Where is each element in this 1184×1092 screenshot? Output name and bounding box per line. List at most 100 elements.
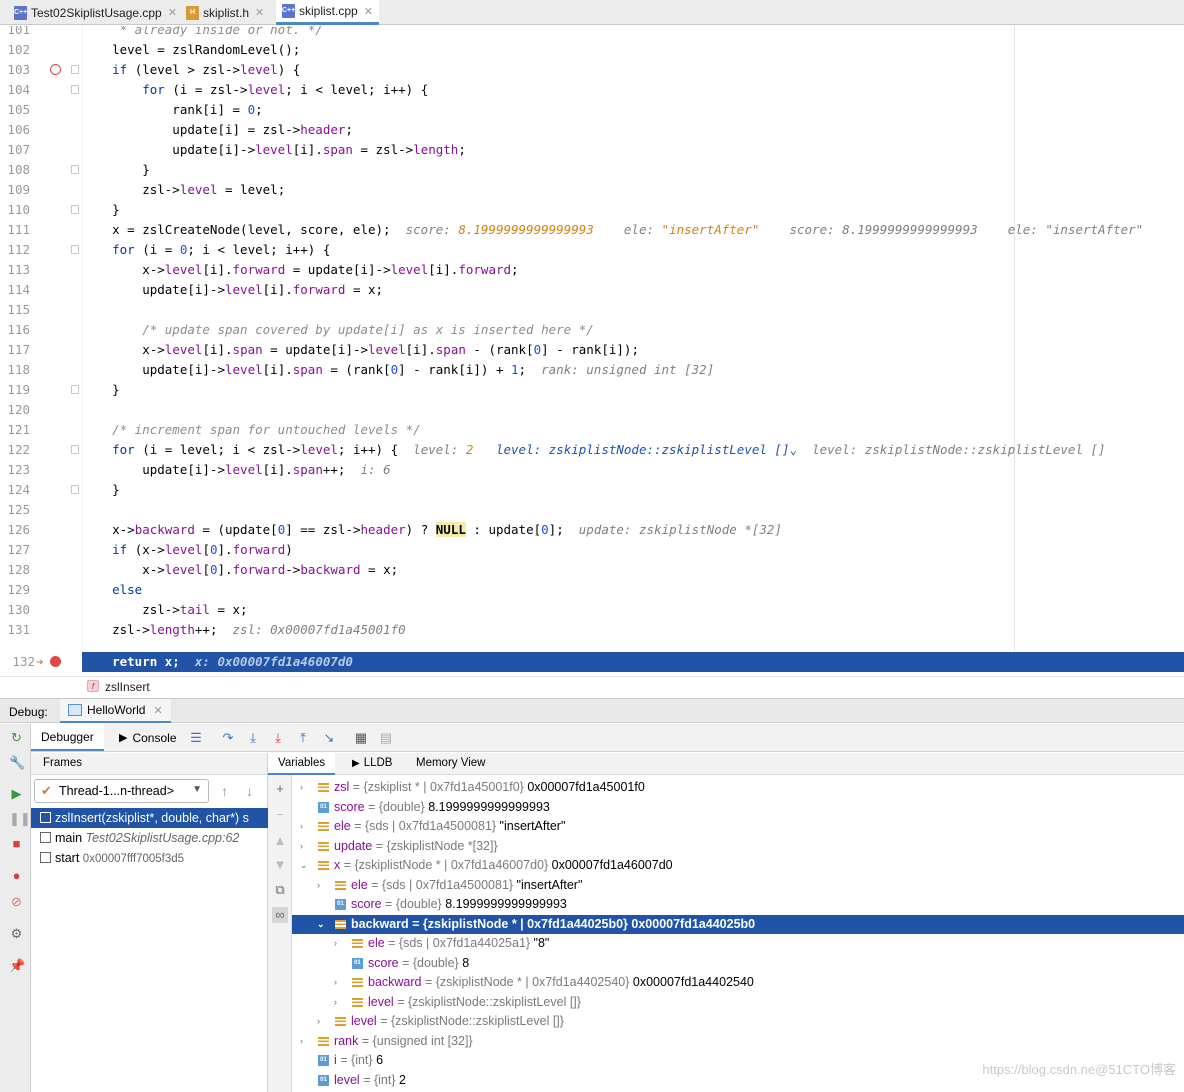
fold-icon[interactable] [71,85,79,94]
code-line[interactable]: 130 zsl->tail = x; [0,600,1184,620]
remove-watch-icon[interactable]: − [272,807,288,823]
previous-frame-icon[interactable]: ↑ [221,783,228,799]
expand-arrow-icon[interactable]: › [317,876,320,896]
step-out-icon[interactable]: ⤒ [295,730,311,746]
pause-icon[interactable]: ❚❚ [9,811,31,826]
fold-icon[interactable] [71,165,79,174]
evaluate-expression-icon[interactable]: ▦ [353,730,369,746]
fold-icon[interactable] [71,65,79,74]
code-line[interactable]: 101 * already inside or not. */ [0,26,1184,40]
run-config-tab[interactable]: HelloWorld ✕ [60,699,171,723]
code-line[interactable]: 114 update[i]->level[i].forward = x; [0,280,1184,300]
variable-row[interactable]: 01 score = {double} 8 [292,954,1184,974]
add-watch-icon[interactable]: + [272,781,288,797]
variable-row[interactable]: 01 score = {double} 8.1999999999999993 [292,895,1184,915]
tab-skiplist-cpp[interactable]: C++ skiplist.cpp ✕ [276,0,379,25]
step-over-icon[interactable]: ↷ [220,730,236,746]
tab-variables[interactable]: Variables [268,753,336,775]
collapse-arrow-icon[interactable]: ⌄ [317,915,325,935]
expand-arrow-icon[interactable]: › [334,993,337,1013]
mute-breakpoints-icon[interactable]: ⊘ [9,894,24,909]
close-icon[interactable]: ✕ [255,6,264,19]
code-line[interactable]: 102 level = zslRandomLevel(); [0,40,1184,60]
code-line[interactable]: 113 x->level[i].forward = update[i]->lev… [0,260,1184,280]
code-line[interactable]: 107 update[i]->level[i].span = zsl->leng… [0,140,1184,160]
variable-row[interactable]: › ele = {sds | 0x7fd1a44025a1} "8" [292,934,1184,954]
code-line[interactable]: 127 if (x->level[0].forward) [0,540,1184,560]
code-line[interactable]: 108 } [0,160,1184,180]
variable-row[interactable]: › ele = {sds | 0x7fd1a4500081} "insertAft… [292,817,1184,837]
move-up-icon[interactable]: ▲ [272,833,288,849]
code-line[interactable]: 126 x->backward = (update[0] == zsl->hea… [0,520,1184,540]
collapse-arrow-icon[interactable]: ⌄ [300,856,308,876]
view-breakpoints-icon[interactable]: ● [9,868,24,883]
code-line[interactable]: 109 zsl->level = level; [0,180,1184,200]
frame-item[interactable]: zslInsert(zskiplist*, double, char*) s [31,808,268,828]
fold-icon[interactable] [71,245,79,254]
variable-row[interactable]: › level = {zskiplistNode::zskiplistLevel … [292,993,1184,1013]
settings-wrench-icon[interactable]: 🔧 [9,755,25,770]
tab-lldb[interactable]: ▶ LLDB [342,753,402,775]
fold-icon[interactable] [71,445,79,454]
code-line[interactable]: 123 update[i]->level[i].span++; i: 6 [0,460,1184,480]
fold-icon[interactable] [71,485,79,494]
code-line[interactable]: 128 x->level[0].forward->backward = x; [0,560,1184,580]
code-line[interactable]: 115 [0,300,1184,320]
variable-row[interactable]: › zsl = {zskiplist * | 0x7fd1a45001f0} 0x… [292,778,1184,798]
code-line[interactable]: 110 } [0,200,1184,220]
code-editor[interactable]: 101 * already inside or not. */ 102 leve… [0,26,1184,672]
close-icon[interactable]: ✕ [168,6,177,19]
run-to-cursor-icon[interactable]: ↘ [321,730,337,746]
fold-icon[interactable] [71,205,79,214]
expand-arrow-icon[interactable]: › [300,1032,303,1052]
close-icon[interactable]: ✕ [153,704,162,717]
expand-arrow-icon[interactable]: › [334,934,337,954]
code-line[interactable]: 103 if (level > zsl->level) { [0,60,1184,80]
variable-row[interactable]: › ele = {sds | 0x7fd1a4500081} "insertAft… [292,876,1184,896]
expand-arrow-icon[interactable]: › [300,817,303,837]
frame-item[interactable]: start 0x00007fff7005f3d5 [31,848,268,868]
close-icon[interactable]: ✕ [364,5,373,18]
tab-console[interactable]: ▶ Console [109,724,187,751]
code-line[interactable]: 106 update[i] = zsl->header; [0,120,1184,140]
expand-arrow-icon[interactable]: › [317,1012,320,1032]
expand-arrow-icon[interactable]: › [300,837,303,857]
frame-item[interactable]: main Test02SkiplistUsage.cpp:62 [31,828,268,848]
resume-icon[interactable]: ▶ [9,786,24,801]
variable-row[interactable]: › rank = {unsigned int [32]} [292,1032,1184,1052]
code-line[interactable]: 119 } [0,380,1184,400]
breadcrumb[interactable]: f zslInsert [0,676,1184,696]
thread-selector[interactable]: ✔ Thread-1...n-thread> ▼ [34,779,209,803]
move-down-icon[interactable]: ▼ [272,857,288,873]
tab-skiplist-h[interactable]: H skiplist.h ✕ [180,0,270,25]
rerun-icon[interactable]: ↻ [9,730,24,745]
fold-icon[interactable] [71,385,79,394]
step-into-icon[interactable]: ⤓ [245,730,261,746]
code-line[interactable]: 125 [0,500,1184,520]
gear-icon[interactable]: ⚙ [9,926,24,941]
code-line[interactable]: 118 update[i]->level[i].span = (rank[0] … [0,360,1184,380]
code-line[interactable]: 104 for (i = zsl->level; i < level; i++)… [0,80,1184,100]
code-line[interactable]: 121 /* increment span for untouched leve… [0,420,1184,440]
glasses-icon[interactable]: ∞ [272,907,288,923]
copy-icon[interactable]: ⧉ [272,882,288,898]
code-line[interactable]: 131 zsl->length++; zsl: 0x00007fd1a45001… [0,620,1184,640]
breakpoint-hit-icon[interactable] [50,656,61,667]
expand-arrow-icon[interactable]: › [300,778,303,798]
code-line[interactable]: 124 } [0,480,1184,500]
tab-memory-view[interactable]: Memory View [406,753,495,775]
variable-row[interactable]: ⌄ backward = {zskiplistNode * | 0x7fd1a44… [292,914,1184,935]
current-execution-line[interactable]: 132 ➔ return x; x: 0x00007fd1a46007d0 [0,652,1184,672]
stop-icon[interactable]: ■ [9,836,24,851]
menu-lines-icon[interactable]: ☰ [188,730,204,746]
variable-row[interactable]: › update = {zskiplistNode *[32]} [292,837,1184,857]
code-line[interactable]: 111 x = zslCreateNode(level, score, ele)… [0,220,1184,240]
expand-arrow-icon[interactable]: › [334,973,337,993]
code-line[interactable]: 117 x->level[i].span = update[i]->level[… [0,340,1184,360]
variable-row[interactable]: ⌄ x = {zskiplistNode * | 0x7fd1a46007d0} … [292,856,1184,876]
code-line[interactable]: 122 for (i = level; i < zsl->level; i++)… [0,440,1184,460]
code-line[interactable]: 105 rank[i] = 0; [0,100,1184,120]
tab-test02skiplistusage-cpp[interactable]: C++ Test02SkiplistUsage.cpp ✕ [8,0,183,25]
code-line[interactable]: 112 for (i = 0; i < level; i++) { [0,240,1184,260]
layout-icon[interactable]: ▤ [378,730,394,746]
